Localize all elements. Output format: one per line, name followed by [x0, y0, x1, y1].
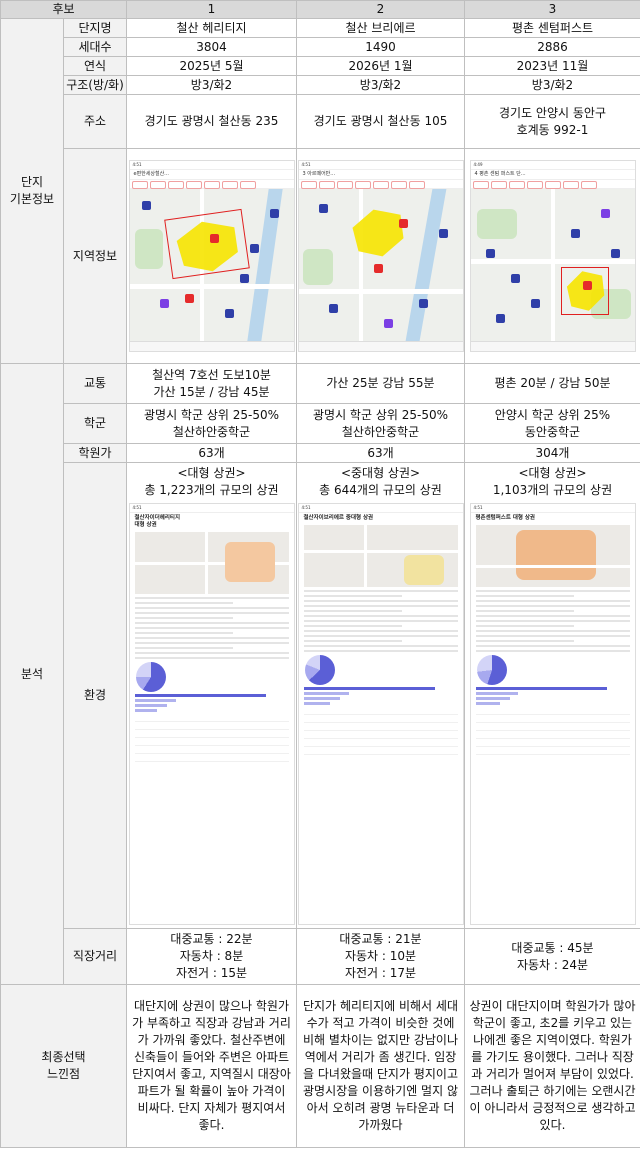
commerce-title: 철산자이더헤리티지 대형 상권 — [134, 515, 181, 528]
transport-3: 평촌 20분 / 강남 50분 — [464, 363, 640, 404]
structure-3: 방3/화2 — [464, 75, 640, 95]
year-1: 2025년 5월 — [126, 56, 297, 76]
map-screenshot-1: 4:51 e편한세상철산... — [128, 160, 295, 352]
structure-1: 방3/화2 — [126, 75, 297, 95]
environment-2: <중대형 상권> 총 644개의 규모의 상권 4:51 철산자이브리에르 중대… — [296, 462, 465, 929]
row-label-region: 지역정보 — [63, 148, 127, 364]
environment-summary-1: <대형 상권> 총 1,223개의 규모의 상권 — [144, 466, 279, 497]
map-view — [470, 189, 635, 341]
header-label: 후보 — [0, 0, 127, 19]
status-bar: 4:51 — [129, 504, 294, 513]
row-label-commute: 직장거리 — [63, 928, 127, 985]
row-label-year: 연식 — [63, 56, 127, 76]
commerce-screenshot-3: 4:51 평촌센텀퍼스트 대형 상권 — [469, 503, 636, 925]
row-label-structure: 구조(방/화) — [63, 75, 127, 95]
academy-3: 304개 — [464, 443, 640, 463]
name-3: 평촌 센텀퍼스트 — [464, 18, 640, 38]
status-bar: 4:51 — [298, 161, 463, 170]
filter-chips — [298, 180, 463, 189]
map-view — [298, 189, 463, 341]
row-label-address: 주소 — [63, 94, 127, 149]
school-3: 안양시 학군 상위 25% 동안중학군 — [464, 403, 640, 444]
donut-chart — [476, 655, 507, 685]
name-2: 철산 브리에르 — [296, 18, 465, 38]
status-bar: 4:51 — [129, 161, 294, 170]
header-candidate-3: 3 — [464, 0, 640, 19]
nav-bar — [129, 341, 294, 351]
nav-bar — [470, 341, 635, 351]
map-screenshot-3: 4:49 4 평촌 센텀 퍼스트 단... — [469, 160, 636, 352]
map-app-title: 4 평촌 센텀 퍼스트 단... — [470, 170, 635, 180]
commerce-map — [303, 525, 458, 587]
commute-3: 대중교통 : 45분 자동차 : 24분 — [464, 928, 640, 985]
year-3: 2023년 11월 — [464, 56, 640, 76]
region-map-3: 4:49 4 평촌 센텀 퍼스트 단... — [464, 148, 640, 364]
structure-2: 방3/화2 — [296, 75, 465, 95]
filter-chips — [470, 180, 635, 189]
feeling-3: 상권이 대단지이며 학원가가 많아 학군이 좋고, 초2를 키우고 있는 나에겐… — [464, 984, 640, 1148]
commerce-screenshot-2: 4:51 철산자이브리에르 중대형 상권 — [297, 503, 464, 925]
status-bar: 4:51 — [470, 504, 635, 513]
commute-1: 대중교통 : 22분 자동차 : 8분 자전거 : 15분 — [126, 928, 297, 985]
header-candidate-1: 1 — [126, 0, 297, 19]
row-label-units: 세대수 — [63, 37, 127, 57]
row-label-name: 단지명 — [63, 18, 127, 38]
academy-1: 63개 — [126, 443, 297, 463]
map-app-title: e편한세상철산... — [129, 170, 294, 180]
header-candidate-2: 2 — [296, 0, 465, 19]
row-label-environment: 환경 — [63, 462, 127, 929]
commerce-map — [475, 525, 630, 587]
environment-3: <대형 상권> 1,103개의 규모의 상권 4:51 평촌센텀퍼스트 대형 상… — [464, 462, 640, 929]
units-3: 2886 — [464, 37, 640, 57]
commerce-map — [134, 532, 289, 594]
commerce-title: 철산자이브리에르 중대형 상권 — [303, 515, 374, 521]
address-1: 경기도 광명시 철산동 235 — [126, 94, 297, 149]
region-map-2: 4:51 3 아르떼어반... — [296, 148, 465, 364]
address-2: 경기도 광명시 철산동 105 — [296, 94, 465, 149]
filter-chips — [129, 180, 294, 189]
row-label-transport: 교통 — [63, 363, 127, 404]
transport-2: 가산 25분 강남 55분 — [296, 363, 465, 404]
nav-bar — [298, 341, 463, 351]
environment-1: <대형 상권> 총 1,223개의 규모의 상권 4:51 철산자이더헤리티지 … — [126, 462, 297, 929]
school-2: 광명시 학군 상위 25-50% 철산하안중학군 — [296, 403, 465, 444]
section-basic-info: 단지 기본정보 — [0, 18, 64, 364]
address-3: 경기도 안양시 동안구 호계동 992-1 — [464, 94, 640, 149]
school-1: 광명시 학군 상위 25-50% 철산하안중학군 — [126, 403, 297, 444]
map-screenshot-2: 4:51 3 아르떼어반... — [297, 160, 464, 352]
status-bar: 4:51 — [298, 504, 463, 513]
status-bar: 4:49 — [470, 161, 635, 170]
academy-2: 63개 — [296, 443, 465, 463]
commerce-screenshot-1: 4:51 철산자이더헤리티지 대형 상권 — [128, 503, 295, 925]
row-label-school: 학군 — [63, 403, 127, 444]
feeling-2: 단지가 헤리티지에 비해서 세대수가 적고 가격이 비슷한 것에 비해 별차이는… — [296, 984, 465, 1148]
commerce-title: 평촌센텀퍼스트 대형 상권 — [475, 515, 536, 521]
donut-chart — [135, 662, 166, 692]
row-label-academy: 학원가 — [63, 443, 127, 463]
year-2: 2026년 1월 — [296, 56, 465, 76]
units-2: 1490 — [296, 37, 465, 57]
donut-chart — [304, 655, 335, 685]
environment-summary-3: <대형 상권> 1,103개의 규모의 상권 — [492, 466, 613, 497]
commute-2: 대중교통 : 21분 자동차 : 10분 자전거 : 17분 — [296, 928, 465, 985]
map-view — [129, 189, 294, 341]
units-1: 3804 — [126, 37, 297, 57]
name-1: 철산 헤리티지 — [126, 18, 297, 38]
map-app-title: 3 아르떼어반... — [298, 170, 463, 180]
section-final-feeling: 최종선택 느낀점 — [0, 984, 127, 1148]
transport-1: 철산역 7호선 도보10분 가산 15분 / 강남 45분 — [126, 363, 297, 404]
environment-summary-2: <중대형 상권> 총 644개의 규모의 상권 — [319, 466, 442, 497]
region-map-1: 4:51 e편한세상철산... — [126, 148, 297, 364]
section-analysis: 분석 — [0, 363, 64, 985]
feeling-1: 대단지에 상권이 많으나 학원가가 부족하고 직장과 강남과 거리가 가까워 좋… — [126, 984, 297, 1148]
